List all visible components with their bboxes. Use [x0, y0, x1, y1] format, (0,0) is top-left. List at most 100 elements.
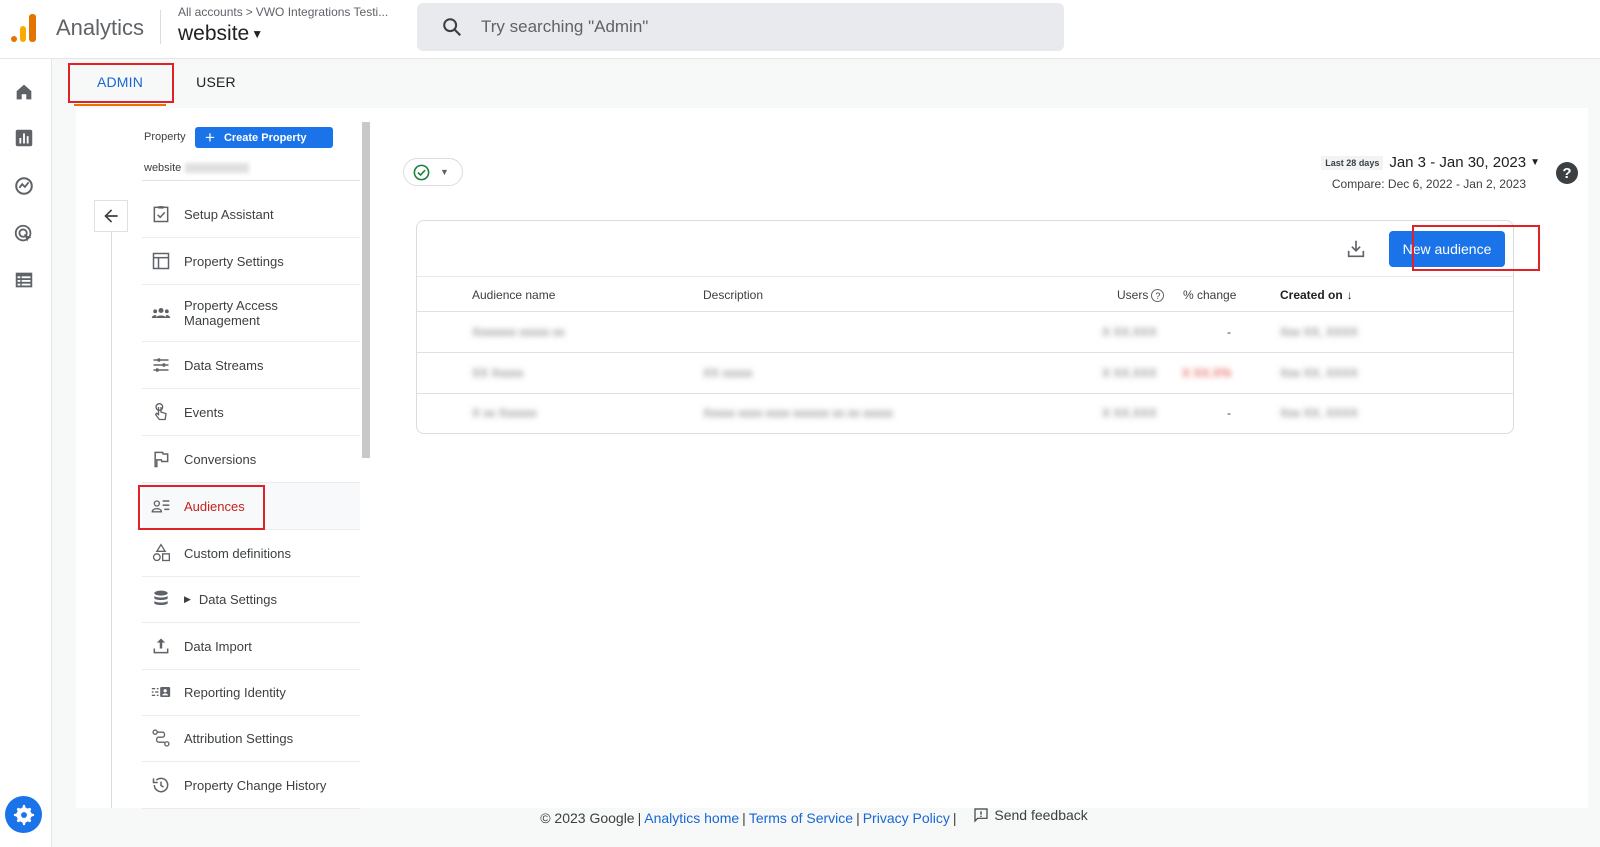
- back-button[interactable]: [94, 200, 128, 232]
- nav-item-label: Property Settings: [184, 253, 284, 269]
- created-label: Created on: [1280, 288, 1343, 302]
- breadcrumb-root[interactable]: All accounts: [178, 5, 243, 19]
- download-icon[interactable]: [1345, 238, 1367, 260]
- nav-item-property-settings[interactable]: Property Settings: [142, 238, 360, 285]
- create-property-label: Create Property: [223, 131, 307, 144]
- highlight-box-audiences: [138, 485, 265, 530]
- home-icon[interactable]: [11, 79, 37, 105]
- flag-icon: [150, 448, 172, 470]
- history-icon: [150, 774, 172, 796]
- analytics-home-link[interactable]: Analytics home: [644, 810, 739, 826]
- property-id-redacted: [185, 163, 250, 174]
- tab-user-label: USER: [196, 73, 236, 90]
- help-icon[interactable]: ?: [1556, 162, 1578, 184]
- nav-item-data-import[interactable]: Data Import: [142, 623, 360, 670]
- table-row[interactable]: XX Xxxxx XX xxxxx X XX.XXX X XX.X% Xxx X…: [417, 354, 1513, 394]
- advertising-icon[interactable]: [11, 221, 37, 247]
- highlight-box-admin: [68, 63, 174, 103]
- table-row[interactable]: X xx Xxxxxx Xxxxx xxxx xxxx xxxxxx xx xx…: [417, 394, 1513, 434]
- nav-item-property-change-history[interactable]: Property Change History: [142, 762, 360, 809]
- change-cell: X XX.X%: [1182, 366, 1232, 380]
- users-cell: X XX.XXX: [1102, 325, 1157, 339]
- column-header-users[interactable]: Users?: [1117, 288, 1165, 303]
- property-selector[interactable]: website ▼: [178, 22, 263, 46]
- upload-icon: [150, 635, 172, 657]
- shapes-icon: [150, 542, 172, 564]
- nav-item-label: Conversions: [184, 451, 257, 467]
- table-row[interactable]: Xxxxxxx xxxxx xx X XX.XXX - Xxx XX, XXXX: [417, 313, 1513, 353]
- breadcrumb-account[interactable]: VWO Integrations Testi...: [256, 5, 389, 19]
- property-value[interactable]: website: [144, 162, 250, 174]
- nav-item-setup-assistant[interactable]: Setup Assistant: [142, 191, 360, 238]
- nav-item-label: Attribution Settings: [184, 730, 294, 746]
- column-header-created-on[interactable]: Created on ↓: [1280, 288, 1353, 302]
- expand-triangle-icon[interactable]: ▶: [184, 594, 191, 605]
- column-header-audience-name[interactable]: Audience name: [472, 288, 555, 302]
- nav-item-label: Events: [184, 404, 224, 420]
- nav-item-data-streams[interactable]: Data Streams: [142, 342, 360, 389]
- audience-name-cell[interactable]: Xxxxxxx xxxxx xx: [472, 325, 565, 339]
- table-toolbar: New audience: [417, 221, 1513, 277]
- arrow-left-icon: [104, 209, 118, 223]
- privacy-link[interactable]: Privacy Policy: [863, 810, 950, 826]
- users-label: Users: [1117, 288, 1149, 302]
- data-streams-icon: [150, 354, 172, 376]
- app-title[interactable]: Analytics: [56, 15, 144, 41]
- tab-user[interactable]: USER: [186, 59, 246, 104]
- date-range-picker[interactable]: Last 28 days Jan 3 - Jan 30, 2023 ▼ Compar…: [1321, 154, 1540, 191]
- admin-user-tabs: ADMIN USER: [52, 59, 1600, 107]
- audience-name-cell[interactable]: X xx Xxxxxx: [472, 406, 537, 420]
- property-label: Property: [144, 131, 186, 143]
- users-cell: X XX.XXX: [1102, 406, 1157, 420]
- reports-icon[interactable]: [11, 125, 37, 151]
- nav-item-events[interactable]: Events: [142, 389, 360, 436]
- date-tag: Last 28 days: [1321, 155, 1384, 170]
- description-cell: XX xxxxx: [703, 366, 753, 380]
- nav-item-reporting-identity[interactable]: Reporting Identity: [142, 669, 360, 716]
- nav-item-conversions[interactable]: Conversions: [142, 436, 360, 483]
- nav-item-attribution-settings[interactable]: Attribution Settings: [142, 715, 360, 762]
- change-cell: -: [1227, 406, 1231, 420]
- property-column: Property + Create Property website Setup…: [76, 108, 376, 809]
- send-feedback-link[interactable]: Send feedback: [973, 807, 1088, 823]
- nav-item-label: Data Settings: [198, 591, 277, 607]
- column-header-description[interactable]: Description: [703, 288, 763, 302]
- analytics-logo-icon[interactable]: [10, 12, 38, 42]
- nav-item-label: Data Streams: [184, 357, 264, 373]
- arrow-down-icon: ↓: [1346, 288, 1353, 302]
- terms-link[interactable]: Terms of Service: [749, 810, 853, 826]
- footer: © 2023 Google | Analytics home | Terms of Se…: [540, 807, 1088, 826]
- nav-item-label: Property Change History: [184, 777, 327, 793]
- search-input[interactable]: [481, 3, 1041, 51]
- property-name: website: [178, 22, 250, 45]
- touch-icon: [150, 401, 172, 423]
- nav-item-data-settings[interactable]: ▶ Data Settings: [142, 576, 360, 623]
- copyright: © 2023 Google: [540, 810, 635, 826]
- property-settings-icon: [150, 250, 172, 272]
- caret-down-icon: ▼: [1530, 157, 1540, 169]
- check-circle-icon: [413, 164, 430, 180]
- identity-icon: [150, 681, 172, 703]
- help-icon[interactable]: ?: [1151, 289, 1165, 303]
- nav-item-label: Custom definitions: [184, 545, 291, 561]
- property-value-text: website: [144, 162, 182, 174]
- nav-item-custom-definitions[interactable]: Custom definitions: [142, 530, 360, 577]
- create-property-button[interactable]: + Create Property: [195, 127, 333, 148]
- change-cell: -: [1227, 325, 1231, 339]
- search-bar[interactable]: [417, 3, 1064, 51]
- attribution-icon: [150, 727, 172, 749]
- nav-scrollbar[interactable]: [362, 122, 370, 458]
- explore-icon[interactable]: [11, 173, 37, 199]
- column-header-percent-change[interactable]: % change: [1183, 288, 1236, 302]
- date-compare: Compare: Dec 6, 2022 - Jan 2, 2023: [1331, 177, 1526, 191]
- divider: [142, 180, 360, 181]
- breadcrumb[interactable]: All accounts > VWO Integrations Testi...: [178, 5, 388, 19]
- created-cell: Xxx XX, XXXX: [1280, 325, 1359, 339]
- top-bar: Analytics All accounts > VWO Integrations …: [0, 0, 1600, 59]
- nav-item-label: Property Access Management: [184, 298, 278, 328]
- created-cell: Xxx XX, XXXX: [1280, 366, 1359, 380]
- data-quality-status-dropdown[interactable]: ▼: [403, 158, 463, 186]
- nav-item-property-access-management[interactable]: Property Access Management: [142, 285, 360, 342]
- configure-icon[interactable]: [11, 267, 37, 293]
- audience-name-cell[interactable]: XX Xxxxx: [472, 366, 523, 380]
